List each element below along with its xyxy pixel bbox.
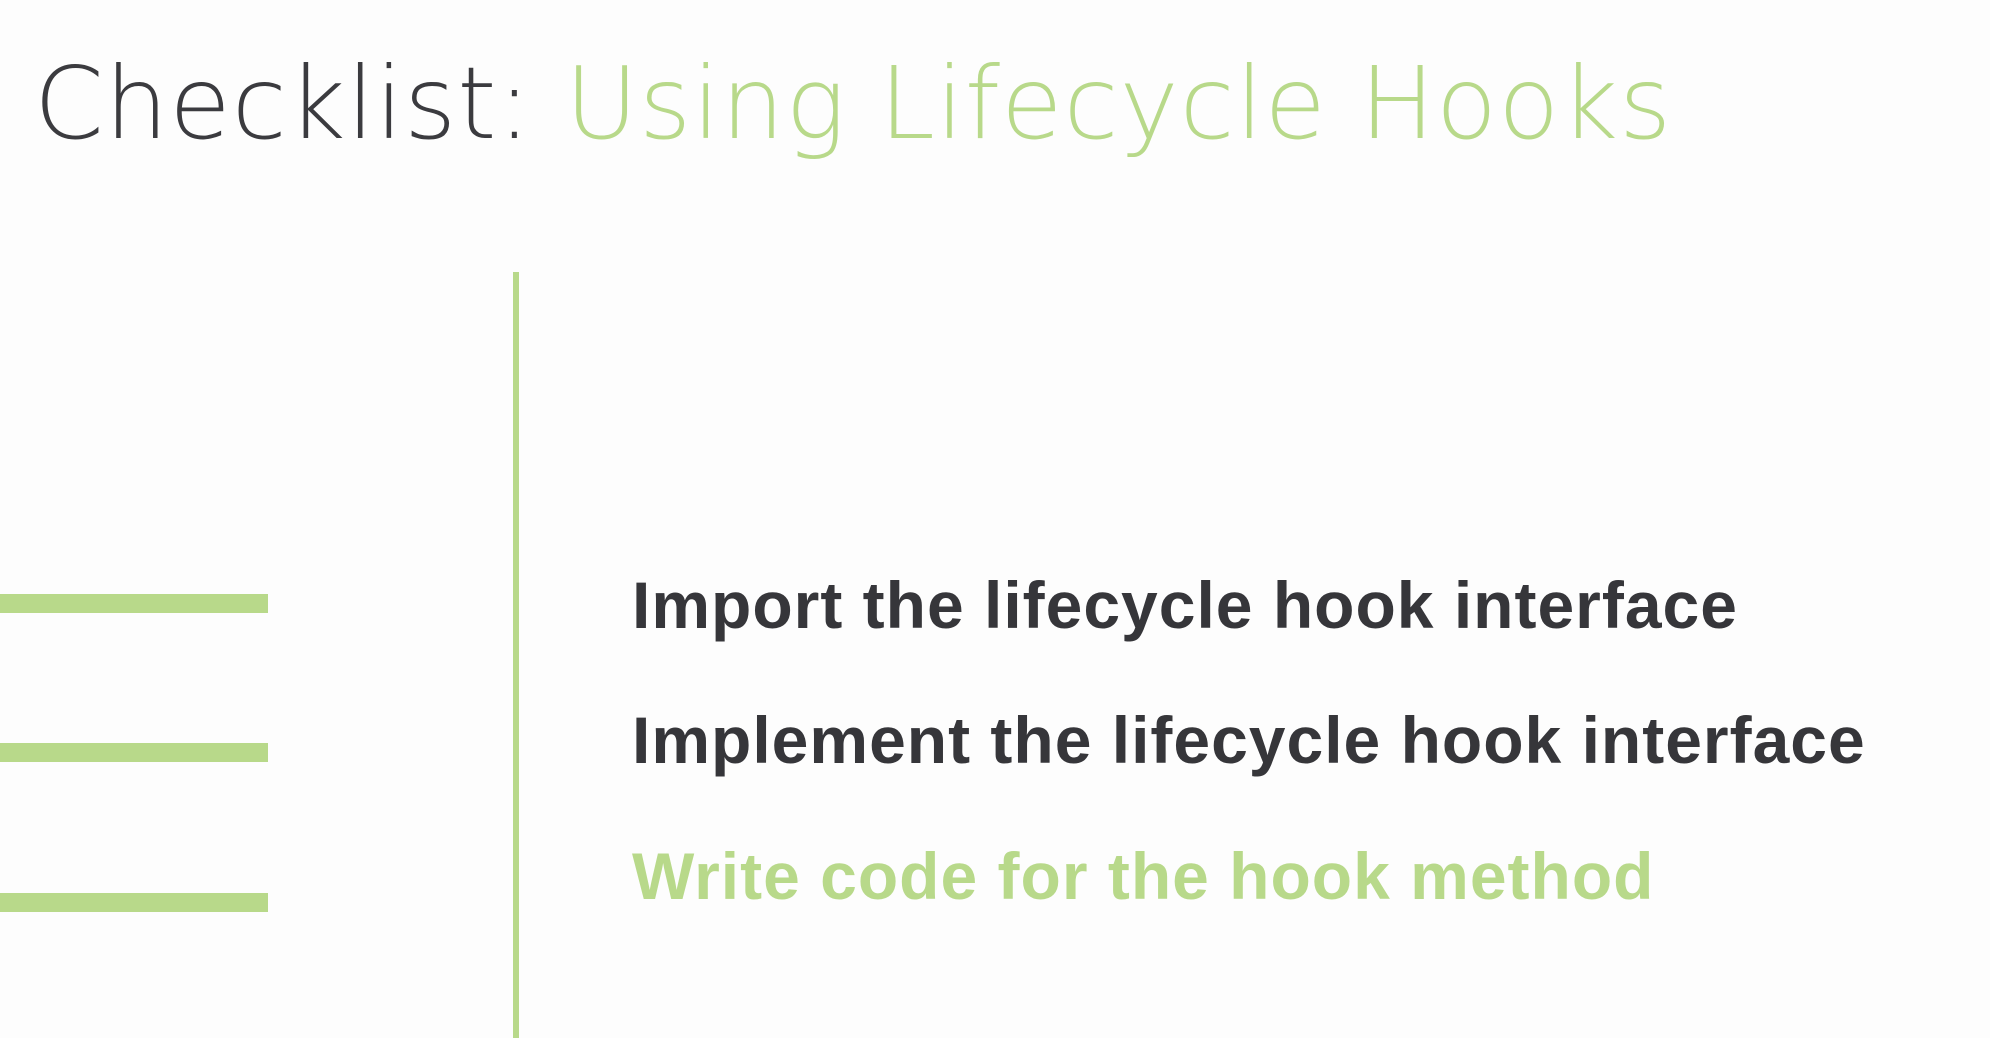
- checklist-marker-2: [0, 743, 268, 762]
- checklist-item-import: Import the lifecycle hook interface: [632, 568, 1738, 642]
- title-prefix: Checklist:: [34, 45, 565, 162]
- slide: Checklist: Using Lifecycle Hooks Import …: [0, 0, 1990, 1038]
- checklist-marker-3: [0, 893, 268, 912]
- checklist-item-implement: Implement the lifecycle hook interface: [632, 703, 1866, 777]
- title-highlight: Using Lifecycle Hooks: [564, 45, 1673, 162]
- checklist-marker-1: [0, 594, 268, 613]
- vertical-divider: [513, 272, 519, 1038]
- slide-title: Checklist: Using Lifecycle Hooks: [34, 34, 1672, 174]
- checklist-item-write-code: Write code for the hook method: [632, 839, 1655, 913]
